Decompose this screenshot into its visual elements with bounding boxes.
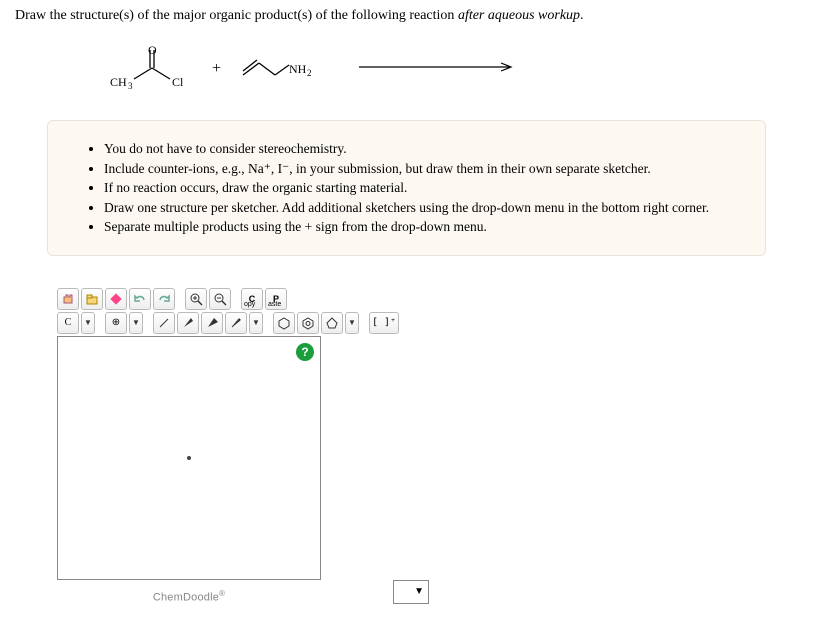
question-italic: after aqueous workup <box>458 8 580 23</box>
cyclopentane-icon[interactable] <box>321 312 343 334</box>
svg-text:3: 3 <box>128 81 133 91</box>
paste-button[interactable]: Paste <box>265 288 287 310</box>
chemdoodle-sketcher: Copy Paste C ▼ ⊕ ▼ ▼ ▼ [ ]⁺ ? ChemDoodle <box>57 288 798 604</box>
svg-text:2: 2 <box>307 68 312 78</box>
benzene-icon[interactable] <box>273 312 295 334</box>
reactant-allylamine: NH 2 <box>239 53 319 85</box>
help-icon[interactable]: ? <box>296 343 314 361</box>
element-dropdown[interactable]: ▼ <box>81 312 95 334</box>
toolbar-row-2: C ▼ ⊕ ▼ ▼ ▼ [ ]⁺ <box>57 312 798 334</box>
ring-dropdown[interactable]: ▼ <box>345 312 359 334</box>
reaction-equation: O CH 3 Cl + NH 2 <box>110 46 798 92</box>
instruction-item: Separate multiple products using the + s… <box>104 217 737 237</box>
bracket-charge-button[interactable]: [ ]⁺ <box>369 312 399 334</box>
reaction-plus: + <box>212 60 221 78</box>
erase-tool-icon[interactable] <box>105 288 127 310</box>
canvas-center-dot <box>187 456 191 460</box>
wedge-bond-icon[interactable] <box>177 312 199 334</box>
reaction-arrow <box>359 61 519 78</box>
instruction-item: If no reaction occurs, draw the organic … <box>104 178 737 198</box>
add-sketcher-dropdown[interactable]: ▼ <box>393 580 429 604</box>
copy-button[interactable]: Copy <box>241 288 263 310</box>
question-prefix: Draw the structure(s) of the major organ… <box>15 8 458 23</box>
solid-wedge-icon[interactable] <box>201 312 223 334</box>
question-text: Draw the structure(s) of the major organ… <box>15 8 798 24</box>
reactant-acetyl-chloride: O CH 3 Cl <box>110 46 194 92</box>
instruction-item: Include counter-ions, e.g., Na⁺, I⁻, in … <box>104 159 737 179</box>
drawing-canvas[interactable]: ? <box>57 336 321 580</box>
redo-tool-icon[interactable] <box>153 288 175 310</box>
open-tool-icon[interactable] <box>81 288 103 310</box>
single-bond-icon[interactable] <box>153 312 175 334</box>
zoom-out-icon[interactable] <box>209 288 231 310</box>
svg-text:O: O <box>148 46 157 57</box>
move-tool-icon[interactable] <box>57 288 79 310</box>
hash-wedge-icon[interactable] <box>225 312 247 334</box>
bond-dropdown[interactable]: ▼ <box>249 312 263 334</box>
charge-dropdown[interactable]: ▼ <box>129 312 143 334</box>
instructions-panel: You do not have to consider stereochemis… <box>47 120 766 256</box>
question-suffix: . <box>580 8 584 23</box>
undo-tool-icon[interactable] <box>129 288 151 310</box>
svg-text:NH: NH <box>289 62 307 76</box>
toolbar-row-1: Copy Paste <box>57 288 798 310</box>
cyclohexane-icon[interactable] <box>297 312 319 334</box>
chemdoodle-brand: ChemDoodle® <box>57 589 321 604</box>
charge-button[interactable]: ⊕ <box>105 312 127 334</box>
zoom-in-icon[interactable] <box>185 288 207 310</box>
svg-text:CH: CH <box>110 75 127 89</box>
svg-text:Cl: Cl <box>172 75 184 89</box>
element-button[interactable]: C <box>57 312 79 334</box>
instruction-item: Draw one structure per sketcher. Add add… <box>104 198 737 218</box>
instruction-item: You do not have to consider stereochemis… <box>104 139 737 159</box>
